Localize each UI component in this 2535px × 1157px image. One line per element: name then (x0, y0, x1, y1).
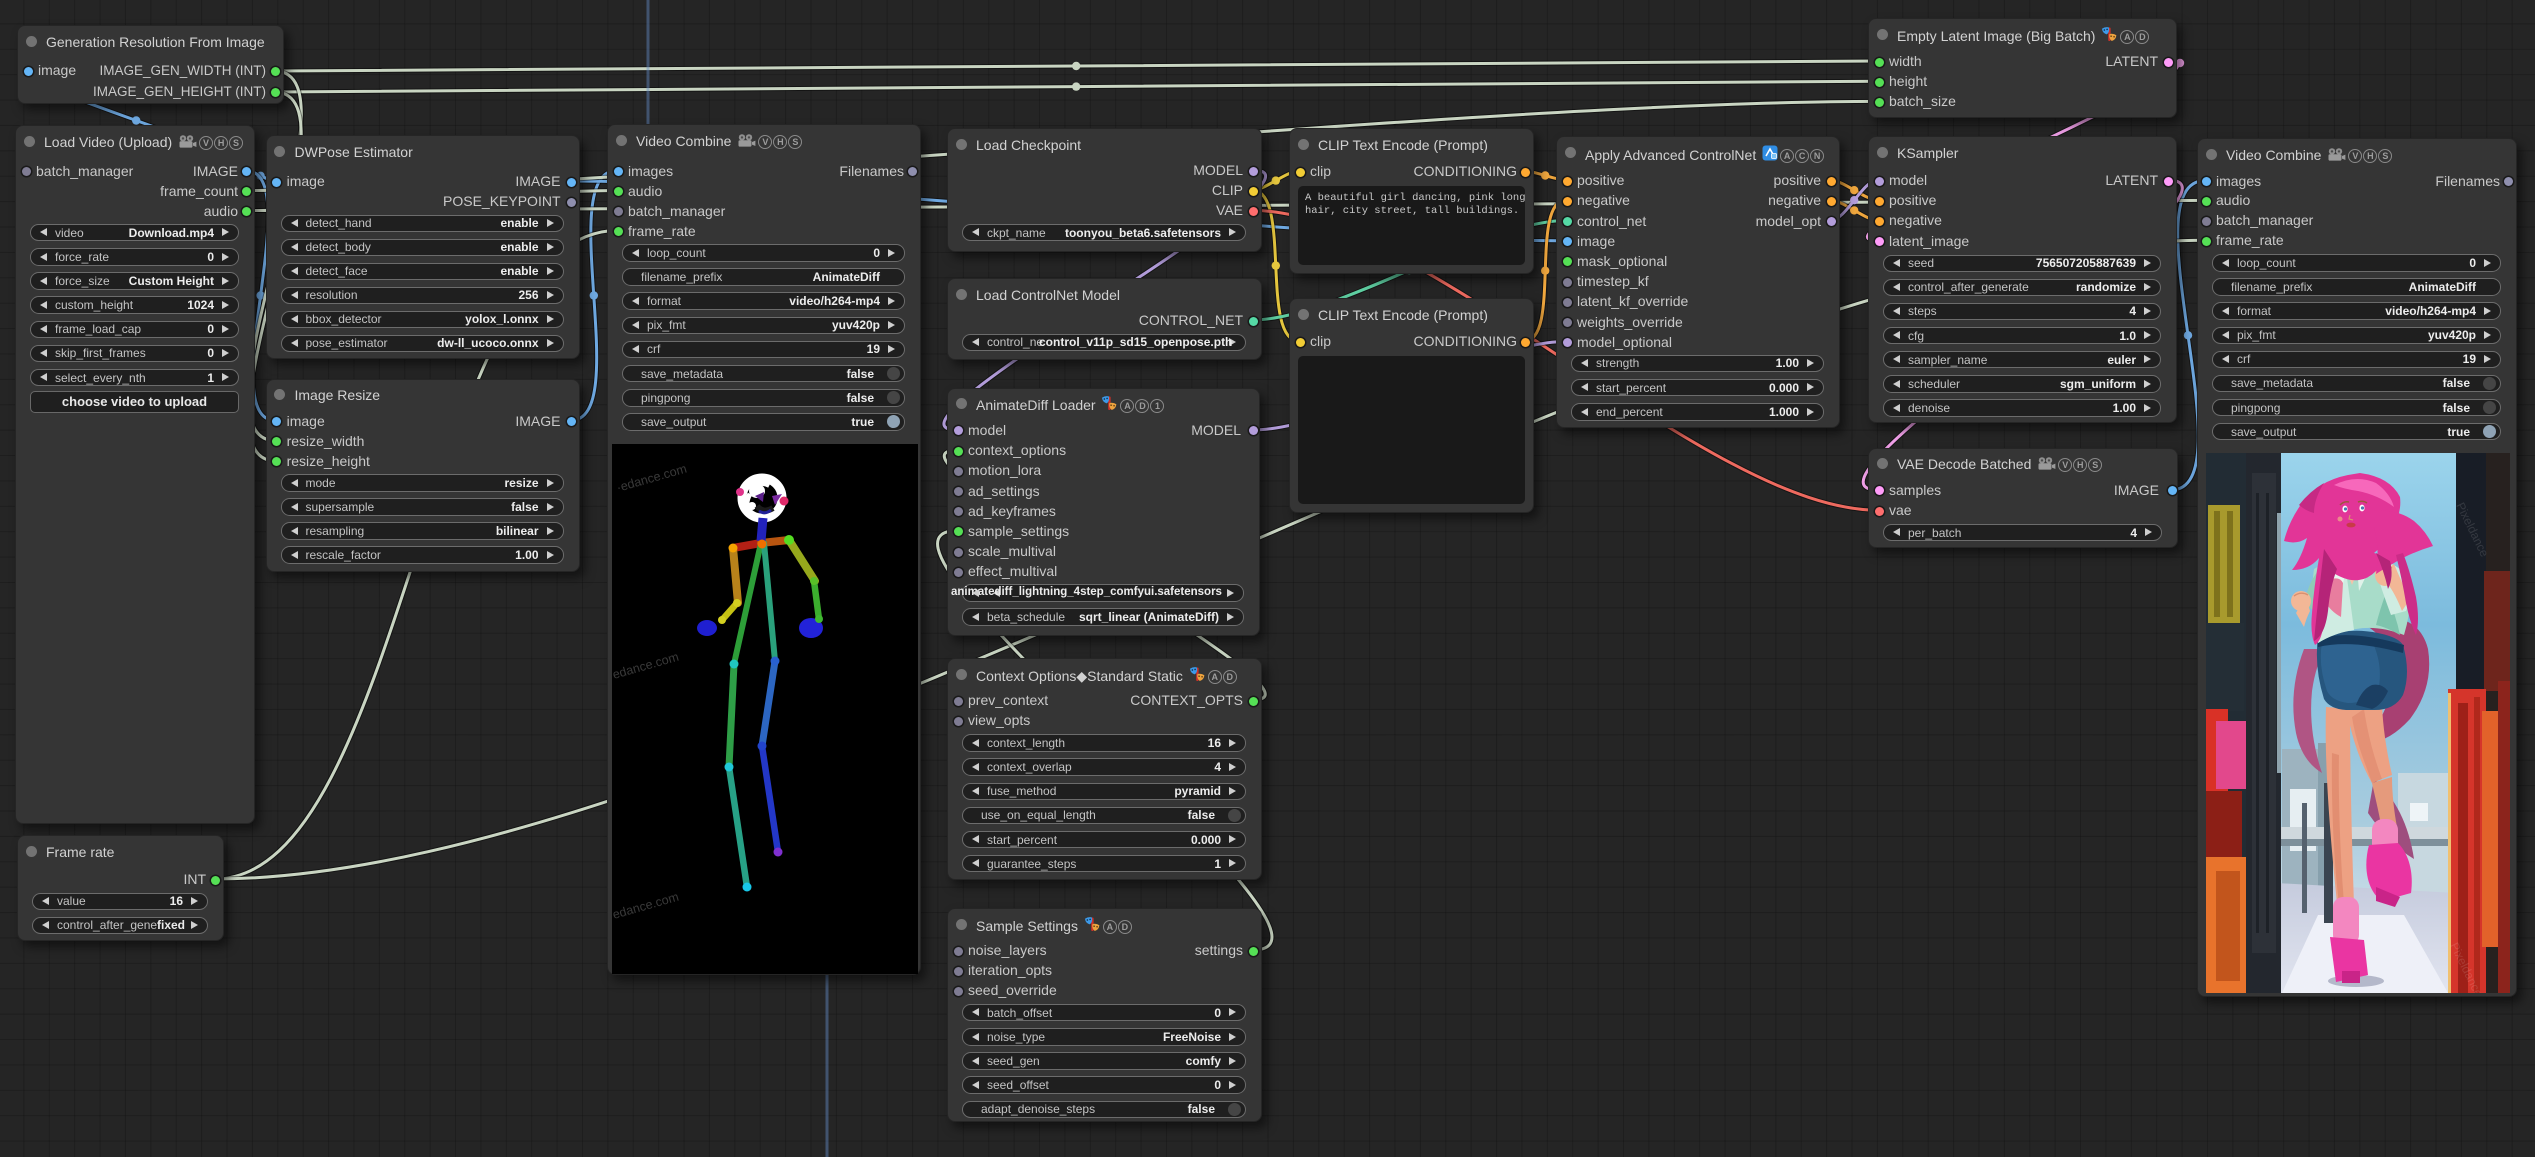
svg-text:Pixeldance: Pixeldance (2453, 500, 2491, 559)
svg-text:·edance.com: ·edance.com (615, 462, 688, 495)
svg-text:edance.com: edance.com (612, 890, 680, 922)
svg-text:edance.com: edance.com (612, 650, 680, 682)
